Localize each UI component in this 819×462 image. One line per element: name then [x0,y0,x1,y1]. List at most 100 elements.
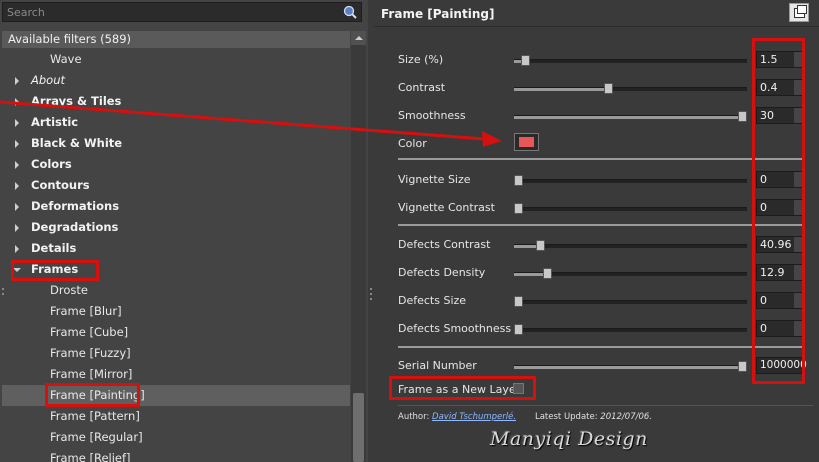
expand-preview-button[interactable] [789,3,809,22]
search-icon[interactable] [343,5,357,19]
collapsed-arrow-icon[interactable] [15,119,19,127]
vignette-size-slider[interactable] [514,175,747,186]
watermark-signature: Manyiqi Design [490,428,648,450]
windows-icon [794,5,807,18]
tree-filter-item[interactable]: Frame [Cube] [2,322,350,343]
collapsed-arrow-icon[interactable] [15,182,19,190]
splitter-grip [370,293,372,295]
slider-fill [514,366,742,369]
color-picker-button[interactable] [514,133,539,151]
author-link[interactable]: David Tschumperlé. [432,412,516,422]
header-divider [374,26,819,27]
tree-category[interactable]: Contours [2,175,350,196]
tree-scrollbar[interactable] [351,31,366,462]
tree-item-label: Frame [Mirror] [50,367,133,381]
vignette-contrast-slider[interactable] [514,203,747,214]
collapsed-arrow-icon[interactable] [15,77,19,85]
tree-filter-item[interactable]: Frame [Fuzzy] [2,343,350,364]
search-input[interactable] [7,3,327,21]
slider-handle[interactable] [514,203,523,214]
serial-number-label: Serial Number [398,359,477,372]
tree-item-label: Contours [31,178,90,192]
annotation-box-values [752,38,805,384]
vignette-contrast-label: Vignette Contrast [398,201,495,214]
left-edge-grip [2,288,4,290]
section-divider [398,224,803,226]
update-label: Latest Update: [534,412,598,422]
filter-title: Frame [Painting] [381,7,495,21]
slider-handle[interactable] [514,324,523,335]
tree-category[interactable]: Details [2,238,350,259]
author-label: Author: [398,412,430,422]
contrast-label: Contrast [398,81,446,94]
tree-category[interactable]: Colors [2,154,350,175]
collapsed-arrow-icon[interactable] [15,161,19,169]
slider-fill [514,88,608,91]
tree-item-label: Wave [50,52,82,66]
tree-filter-item[interactable]: Frame [Mirror] [2,364,350,385]
slider-handle[interactable] [738,361,747,372]
search-box[interactable] [2,2,362,22]
tree-item-label: Frame [Relief] [50,451,131,462]
size-slider[interactable] [514,55,747,66]
tree-item-label: Frame [Regular] [50,430,143,444]
slider-handle[interactable] [514,175,523,186]
tree-item-label: Black & White [31,136,123,150]
vignette-size-label: Vignette Size [398,173,471,186]
tree-category[interactable]: About [2,70,350,91]
serial-number-slider[interactable] [514,361,747,372]
tree-filter-item[interactable]: Wave [2,49,350,70]
footer-divider [398,405,813,406]
update-date: 2012/07/06. [600,412,652,422]
contrast-slider[interactable] [514,83,747,94]
scroll-up-button[interactable] [351,31,366,45]
section-divider [398,346,803,348]
tree-item-label: Arrays & Tiles [31,94,122,108]
tree-item-label: Degradations [31,220,119,234]
annotation-box-new-layer [389,376,536,400]
collapsed-arrow-icon[interactable] [15,224,19,232]
tree-item-label: Details [31,241,77,255]
collapsed-arrow-icon[interactable] [15,98,19,106]
tree-item-label: Droste [50,283,88,297]
tree-filter-item[interactable]: Frame [Regular] [2,427,350,448]
color-swatch [519,137,534,147]
scroll-thumb[interactable] [353,393,364,462]
tree-item-label: About [31,73,66,87]
collapsed-arrow-icon[interactable] [15,140,19,148]
slider-handle[interactable] [604,83,613,94]
annotation-box-frames [11,260,99,281]
annotation-box-frame-painting [45,383,140,407]
tree-filter-item[interactable]: Droste [2,280,350,301]
tree-item-label: Artistic [31,115,79,129]
slider-fill [514,116,742,119]
defects-contrast-label: Defects Contrast [398,238,491,251]
collapsed-arrow-icon[interactable] [15,203,19,211]
defects-density-label: Defects Density [398,266,486,279]
smoothness-label: Smoothness [398,109,466,122]
defects-size-label: Defects Size [398,294,467,307]
tree-filter-item[interactable]: Frame [Pattern] [2,406,350,427]
left-edge-grip [2,293,4,295]
defects-contrast-slider[interactable] [514,240,747,251]
defects-smoothness-slider[interactable] [514,324,747,335]
defects-size-slider[interactable] [514,296,747,307]
tree-category[interactable]: Degradations [2,217,350,238]
slider-handle[interactable] [738,111,747,122]
tree-category[interactable]: Arrays & Tiles [2,91,350,112]
slider-handle[interactable] [521,55,530,66]
slider-handle[interactable] [514,296,523,307]
tree-filter-item[interactable]: Frame [Relief] [2,448,350,462]
tree-filter-item[interactable]: Frame [Blur] [2,301,350,322]
collapsed-arrow-icon[interactable] [15,245,19,253]
slider-handle[interactable] [543,268,552,279]
slider-handle[interactable] [536,240,545,251]
size-label: Size (%) [398,53,444,66]
smoothness-slider[interactable] [514,111,747,122]
available-filters-header: Available filters (589) [2,31,350,48]
tree-category[interactable]: Artistic [2,112,350,133]
tree-category[interactable]: Black & White [2,133,350,154]
tree-category[interactable]: Deformations [2,196,350,217]
defects-density-slider[interactable] [514,268,747,279]
author-info: Author: David Tschumperlé. Latest Update… [398,412,652,422]
